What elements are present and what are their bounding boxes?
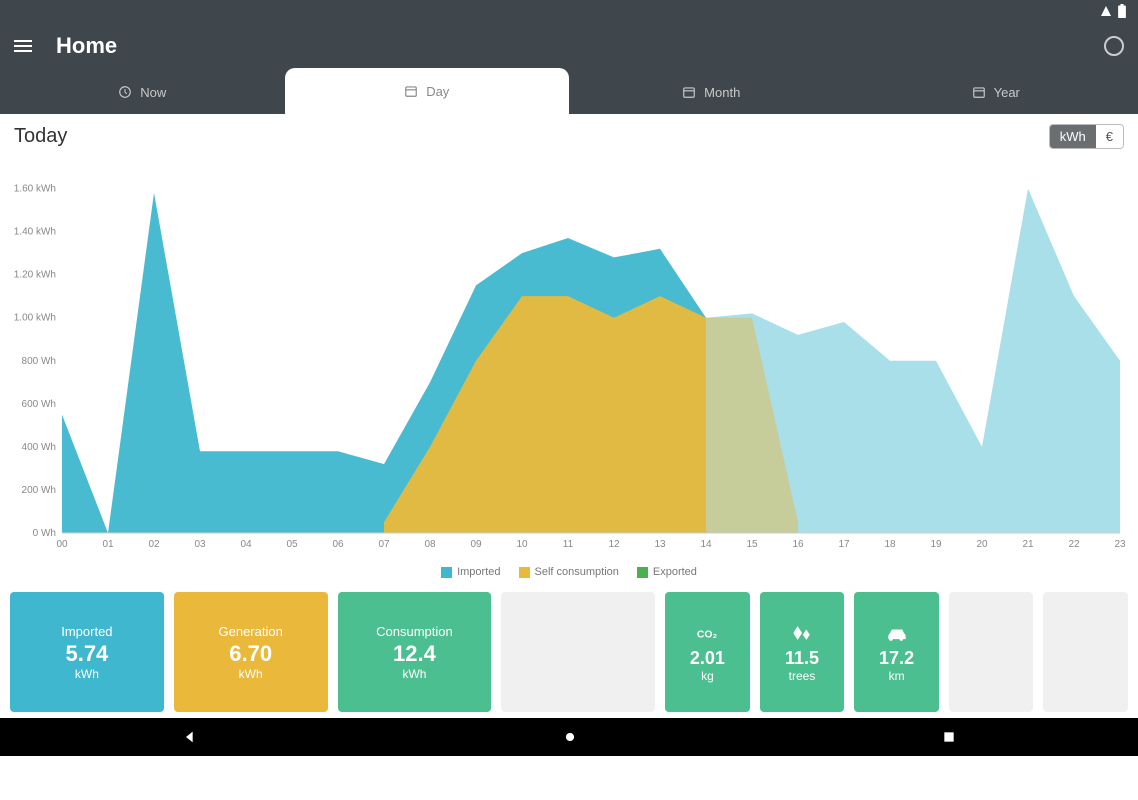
svg-text:1.60 kWh: 1.60 kWh bbox=[14, 184, 56, 195]
svg-text:20: 20 bbox=[976, 539, 988, 550]
legend-imported: Imported bbox=[441, 566, 500, 578]
sub-header: Today kWh € bbox=[0, 114, 1138, 151]
tab-month-label: Month bbox=[704, 85, 740, 100]
card-consumption-value: 12.4 bbox=[393, 641, 436, 667]
svg-text:600 Wh: 600 Wh bbox=[22, 399, 56, 410]
card-co2[interactable]: CO₂ 2.01 kg bbox=[665, 592, 750, 712]
tab-day[interactable]: Day bbox=[285, 68, 570, 114]
svg-text:1.20 kWh: 1.20 kWh bbox=[14, 270, 56, 281]
svg-text:CO₂: CO₂ bbox=[697, 629, 718, 640]
settings-icon[interactable] bbox=[1104, 36, 1124, 56]
svg-text:19: 19 bbox=[930, 539, 942, 550]
unit-kwh[interactable]: kWh bbox=[1050, 125, 1096, 148]
svg-text:17: 17 bbox=[838, 539, 850, 550]
energy-chart: 0 Wh 200 Wh 400 Wh 600 Wh 800 Wh 1.00 kWh 1.20… bbox=[10, 157, 1128, 557]
card-trees-unit: trees bbox=[789, 669, 816, 683]
card-empty-1 bbox=[501, 592, 655, 712]
card-km-unit: km bbox=[889, 669, 905, 683]
chart-area: 0 Wh 200 Wh 400 Wh 600 Wh 800 Wh 1.00 kWh 1.20… bbox=[0, 151, 1138, 578]
nav-recent-icon[interactable] bbox=[942, 730, 956, 744]
svg-text:21: 21 bbox=[1022, 539, 1034, 550]
card-trees-value: 11.5 bbox=[785, 648, 819, 669]
card-generation-unit: kWh bbox=[239, 667, 263, 681]
car-icon bbox=[884, 622, 910, 644]
calendar-month-icon bbox=[682, 85, 696, 99]
page-title: Home bbox=[56, 33, 117, 59]
battery-icon bbox=[1118, 4, 1126, 18]
card-generation-value: 6.70 bbox=[229, 641, 272, 667]
card-consumption[interactable]: Consumption 12.4 kWh bbox=[338, 592, 492, 712]
card-empty-2 bbox=[949, 592, 1034, 712]
svg-text:12: 12 bbox=[608, 539, 620, 550]
card-co2-value: 2.01 bbox=[690, 648, 725, 669]
card-km[interactable]: 17.2 km bbox=[854, 592, 939, 712]
card-imported[interactable]: Imported 5.74 kWh bbox=[10, 592, 164, 712]
legend-exported: Exported bbox=[637, 566, 697, 578]
svg-text:400 Wh: 400 Wh bbox=[22, 442, 56, 453]
unit-eur[interactable]: € bbox=[1096, 125, 1123, 148]
status-bar bbox=[0, 0, 1138, 22]
svg-text:200 Wh: 200 Wh bbox=[22, 485, 56, 496]
tab-year[interactable]: Year bbox=[854, 70, 1138, 114]
tab-year-label: Year bbox=[994, 85, 1020, 100]
tab-now[interactable]: Now bbox=[0, 70, 285, 114]
svg-text:22: 22 bbox=[1068, 539, 1080, 550]
tab-month[interactable]: Month bbox=[569, 70, 854, 114]
tab-day-label: Day bbox=[426, 84, 449, 99]
card-imported-label: Imported bbox=[61, 624, 112, 639]
card-co2-unit: kg bbox=[701, 669, 714, 683]
svg-text:02: 02 bbox=[148, 539, 160, 550]
svg-text:14: 14 bbox=[700, 539, 712, 550]
svg-text:01: 01 bbox=[102, 539, 114, 550]
card-imported-unit: kWh bbox=[75, 667, 99, 681]
svg-text:10: 10 bbox=[516, 539, 528, 550]
android-nav-bar bbox=[0, 718, 1138, 756]
calendar-year-icon bbox=[972, 85, 986, 99]
clock-icon bbox=[118, 85, 132, 99]
legend-self: Self consumption bbox=[519, 566, 619, 578]
menu-icon[interactable] bbox=[14, 40, 32, 52]
svg-text:08: 08 bbox=[424, 539, 436, 550]
signal-icon bbox=[1100, 5, 1112, 17]
svg-text:05: 05 bbox=[286, 539, 298, 550]
svg-text:0 Wh: 0 Wh bbox=[33, 528, 56, 539]
nav-home-icon[interactable] bbox=[563, 730, 577, 744]
svg-text:09: 09 bbox=[470, 539, 482, 550]
svg-text:00: 00 bbox=[56, 539, 68, 550]
svg-text:15: 15 bbox=[746, 539, 758, 550]
svg-text:07: 07 bbox=[378, 539, 390, 550]
app-bar: Home bbox=[0, 22, 1138, 70]
svg-text:06: 06 bbox=[332, 539, 344, 550]
svg-text:13: 13 bbox=[654, 539, 666, 550]
card-consumption-unit: kWh bbox=[402, 667, 426, 681]
nav-back-icon[interactable] bbox=[182, 729, 198, 745]
sub-title: Today bbox=[14, 125, 67, 148]
card-trees[interactable]: 11.5 trees bbox=[760, 592, 845, 712]
summary-cards: Imported 5.74 kWh Generation 6.70 kWh Co… bbox=[0, 578, 1138, 718]
co2-icon: CO₂ bbox=[694, 622, 720, 644]
calendar-day-icon bbox=[404, 84, 418, 98]
svg-text:18: 18 bbox=[884, 539, 896, 550]
card-empty-3 bbox=[1043, 592, 1128, 712]
svg-text:800 Wh: 800 Wh bbox=[22, 356, 56, 367]
card-consumption-label: Consumption bbox=[376, 624, 453, 639]
svg-text:1.00 kWh: 1.00 kWh bbox=[14, 313, 56, 324]
svg-text:23: 23 bbox=[1114, 539, 1126, 550]
unit-toggle: kWh € bbox=[1049, 124, 1124, 149]
chart-legend: Imported Self consumption Exported bbox=[10, 566, 1128, 578]
trees-icon bbox=[789, 622, 815, 644]
svg-text:03: 03 bbox=[194, 539, 206, 550]
card-generation-label: Generation bbox=[219, 624, 283, 639]
card-imported-value: 5.74 bbox=[65, 641, 108, 667]
card-km-value: 17.2 bbox=[879, 648, 914, 669]
svg-text:1.40 kWh: 1.40 kWh bbox=[14, 227, 56, 238]
card-generation[interactable]: Generation 6.70 kWh bbox=[174, 592, 328, 712]
svg-text:04: 04 bbox=[240, 539, 252, 550]
svg-text:16: 16 bbox=[792, 539, 804, 550]
svg-text:11: 11 bbox=[563, 539, 574, 550]
tab-now-label: Now bbox=[140, 85, 166, 100]
time-tabs: Now Day Month Year bbox=[0, 70, 1138, 114]
